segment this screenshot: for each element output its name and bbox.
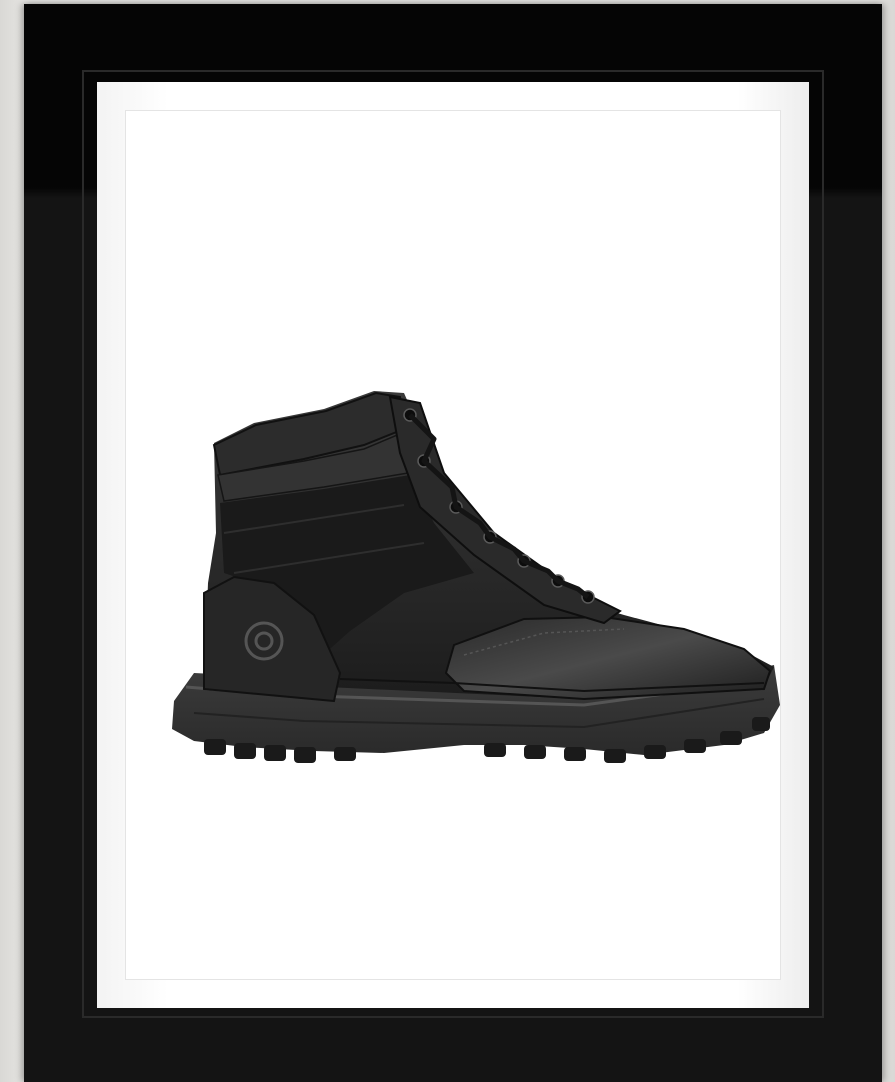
picture-frame <box>24 4 882 1082</box>
mat-board <box>97 82 809 1008</box>
print-paper <box>125 110 781 980</box>
boot-photo <box>164 383 782 805</box>
boot-toe <box>444 615 772 701</box>
